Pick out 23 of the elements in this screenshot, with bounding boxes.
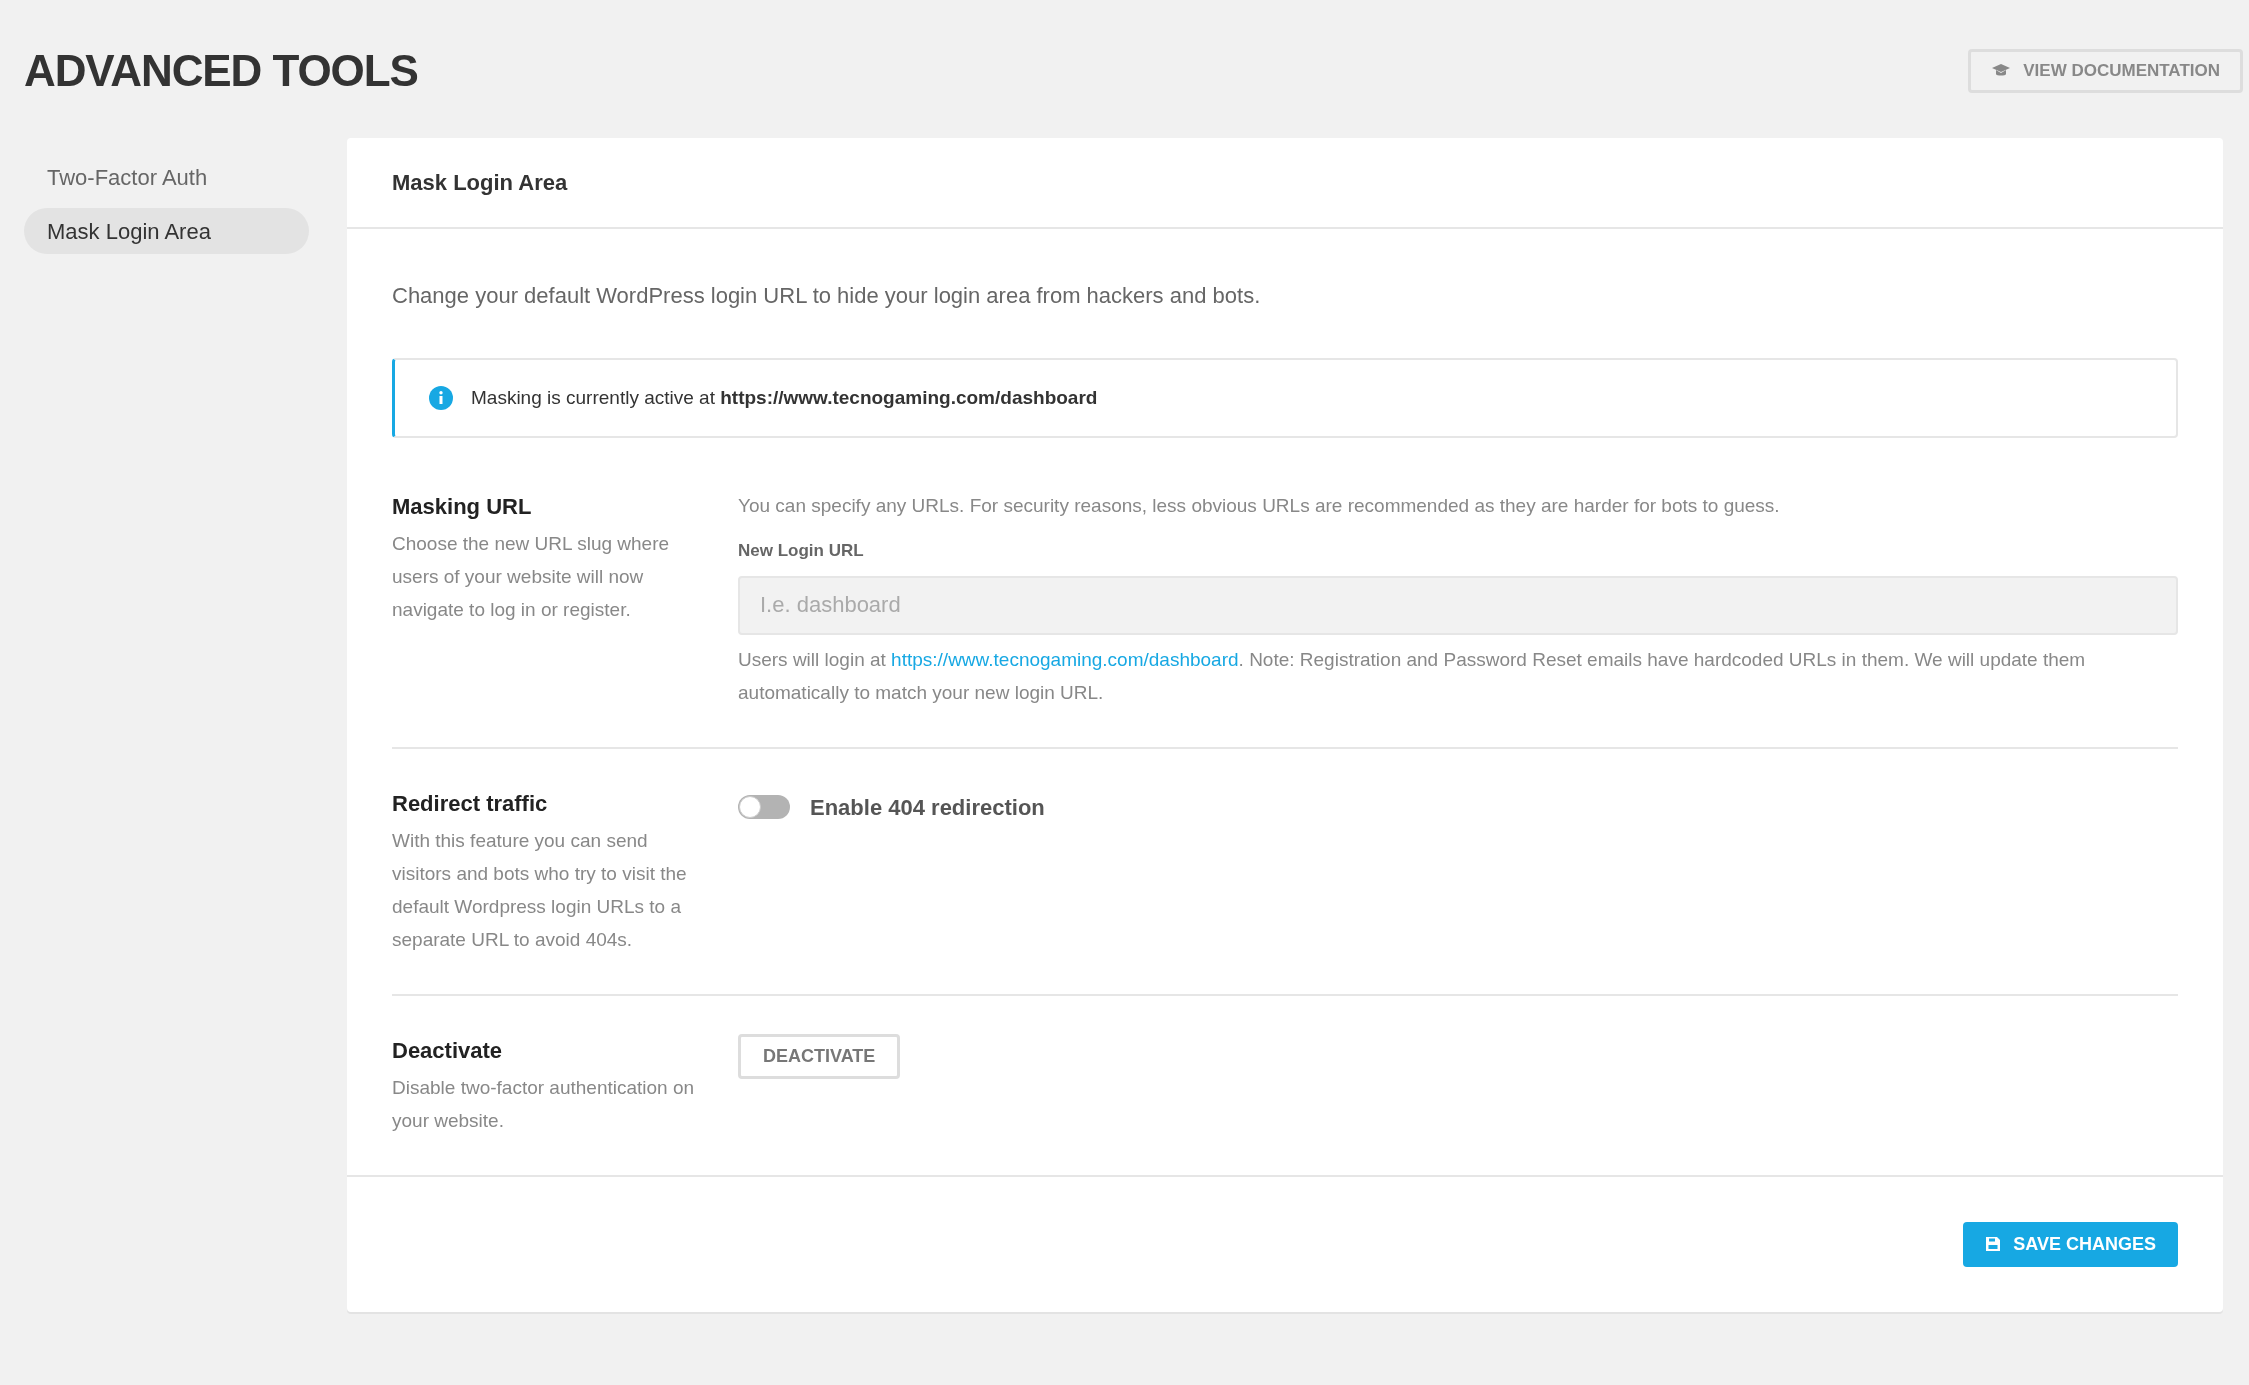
notice-text: Masking is currently active at https://www.tecnogaming.com/dashboard — [471, 385, 1098, 410]
section-title: Redirect traffic — [392, 789, 549, 818]
save-changes-button[interactable]: SAVE CHANGES — [1963, 1221, 2178, 1267]
section-title: Deactivate — [392, 1036, 504, 1065]
toggle-switch[interactable] — [738, 795, 790, 819]
section-description: Disable two-factor authentication on your website. — [392, 1075, 696, 1133]
page-title: ADVANCED TOOLS — [24, 45, 418, 97]
field-label: New Login URL — [738, 540, 865, 562]
toggle-label: Enable 404 redirection — [810, 793, 1045, 822]
section-title: Masking URL — [392, 493, 533, 521]
section-description: With this feature you can send visitors and bots who try to visit the default Wordpress login URLs to a separate URL to avoid 404s. — [392, 828, 688, 952]
deactivate-button[interactable]: DEACTIVATE — [738, 1033, 901, 1079]
info-icon — [429, 386, 453, 410]
hint-text: You can specify any URLs. For security reasons, less obvious URLs are recommended as they are harder for bots to guess. — [738, 494, 1781, 518]
sidebar-item[interactable]: Two-Factor Auth — [24, 154, 309, 200]
view-documentation-button[interactable]: VIEW DOCUMENTATION — [1968, 49, 2243, 93]
panel-title: Mask Login Area — [392, 169, 568, 197]
note-text: Users will login at https://www.tecnogaming.com/dashboard. Note: Registration and Password Reset emails have hardcoded URLs in them. We will update them automatically to match your new login URL. — [738, 647, 2087, 705]
panel-description: Change your default WordPress login URL to hide your login area from hackers and bots. — [392, 282, 1262, 310]
login-link[interactable]: https://www.tecnogaming.com/dashboard — [891, 648, 1239, 670]
input-field[interactable]: I.e. dashboard — [738, 575, 2178, 635]
section-description: Choose the new URL slug where users of your website will now navigate to log in or register. — [392, 532, 671, 622]
sidebar-item[interactable]: Mask Login Area — [24, 208, 309, 254]
